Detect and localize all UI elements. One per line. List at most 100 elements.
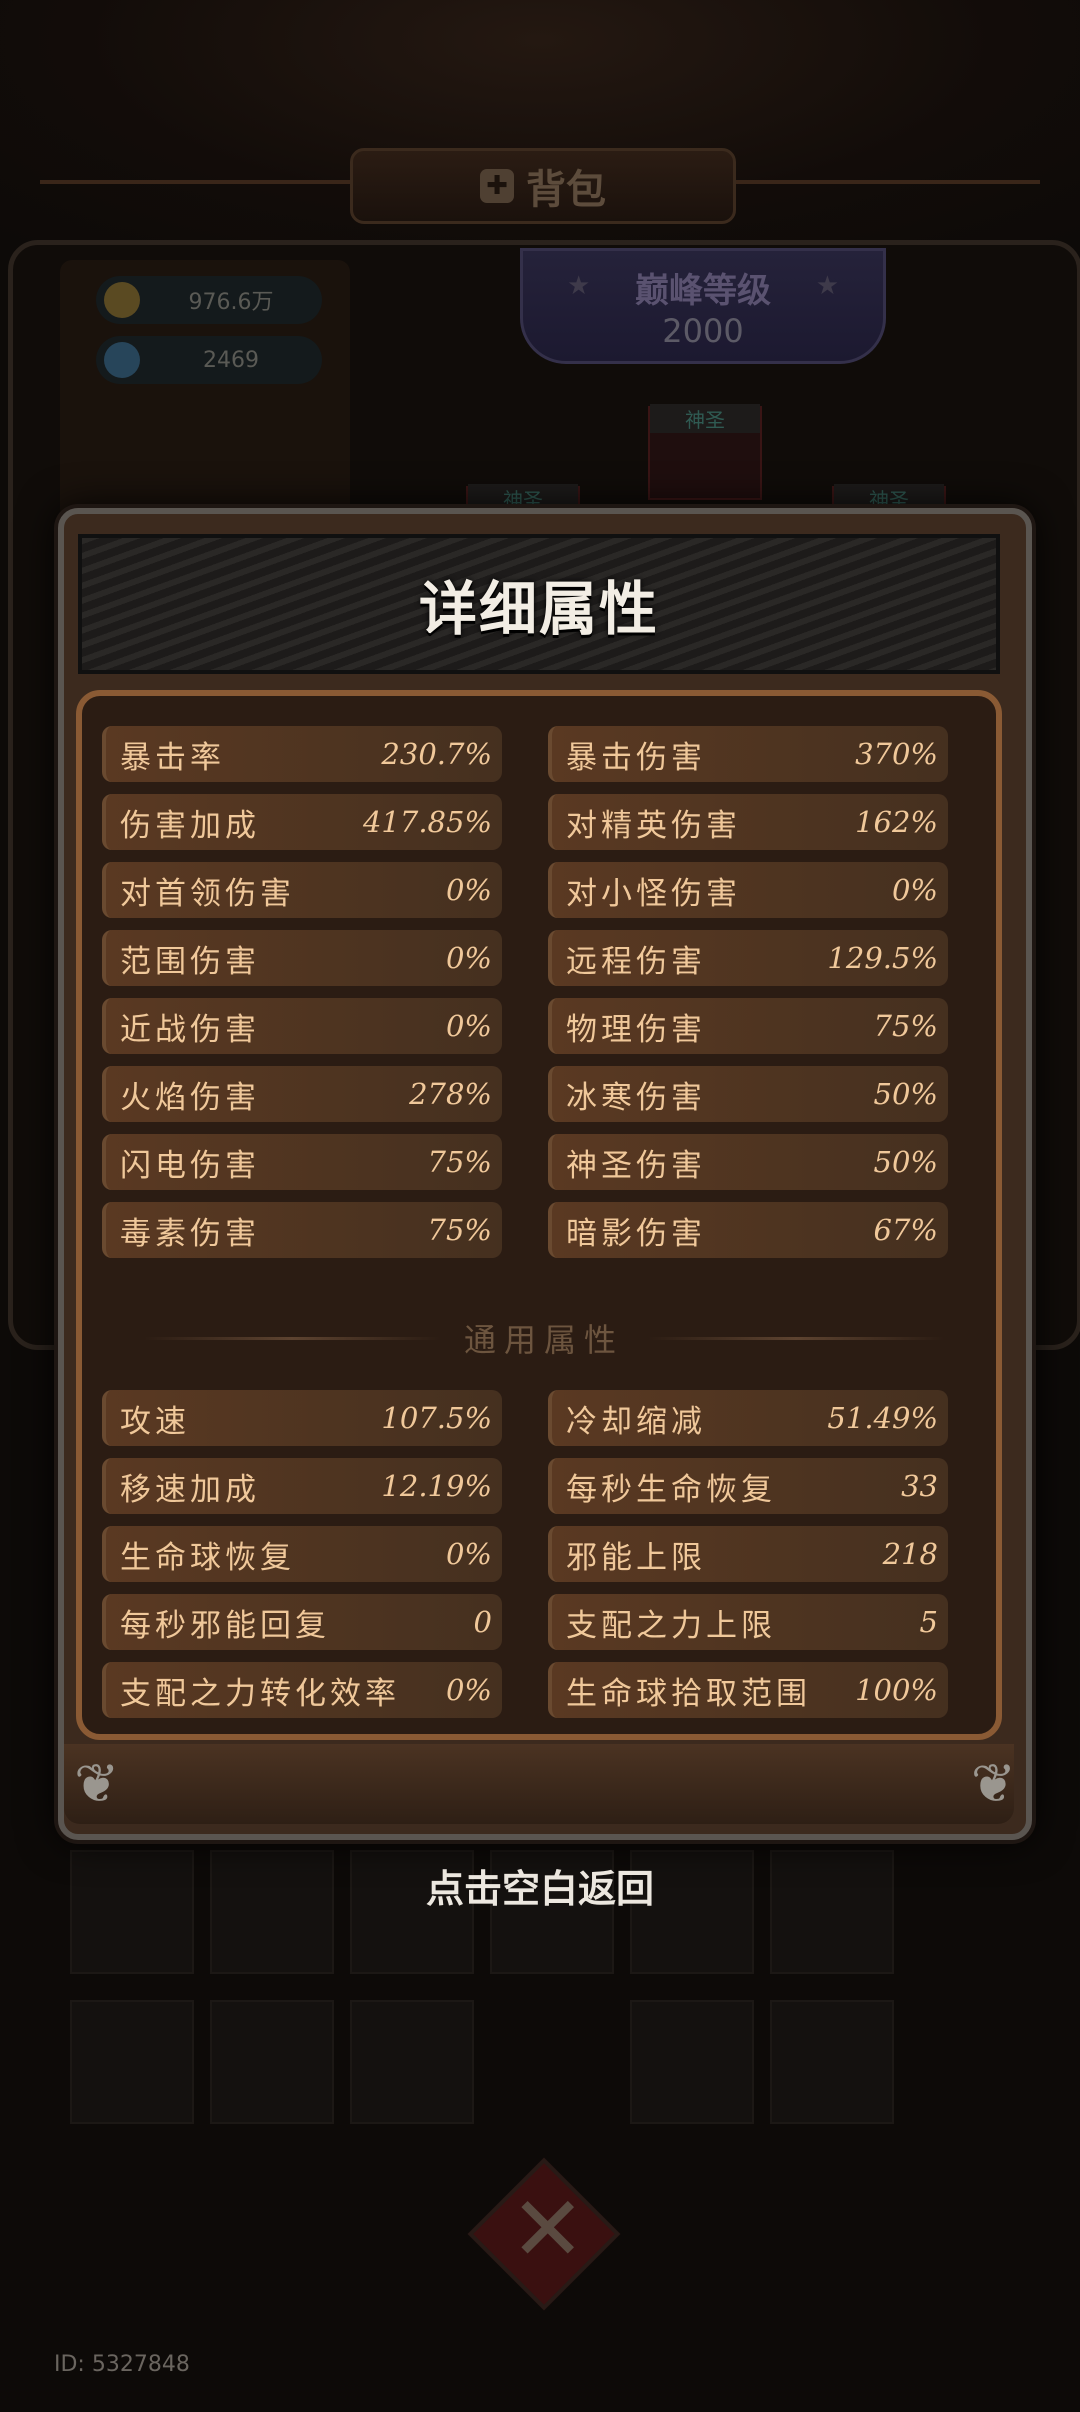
inventory-cell[interactable]	[770, 2000, 894, 2124]
stat-name: 火焰伤害	[120, 1079, 260, 1116]
stat-value: 162%	[855, 805, 938, 839]
stat-row: 远程伤害 129.5%	[548, 930, 948, 986]
bag-icon: ✚	[480, 169, 514, 203]
stat-value: 33	[901, 1469, 938, 1503]
gold-value: 976.6万	[188, 290, 274, 315]
stat-value: 0%	[445, 873, 492, 907]
stat-value: 67%	[873, 1213, 938, 1247]
stat-name: 支配之力转化效率	[120, 1675, 400, 1712]
stat-row: 每秒邪能回复 0	[102, 1594, 502, 1650]
stat-name: 邪能上限	[566, 1539, 706, 1576]
stat-value: 230.7%	[381, 737, 492, 771]
crossed-swords-icon: ✕	[510, 2177, 586, 2282]
divider-line	[648, 1336, 945, 1340]
stat-row: 毒素伤害 75%	[102, 1202, 502, 1258]
stat-row: 支配之力上限 5	[548, 1594, 948, 1650]
stat-name: 移速加成	[120, 1471, 260, 1508]
stat-row: 暴击率 230.7%	[102, 726, 502, 782]
gold-display: 976.6万	[96, 276, 322, 324]
stat-row: 每秒生命恢复 33	[548, 1458, 948, 1514]
gold-coin-icon	[104, 282, 140, 318]
bag-title: 背包	[526, 167, 606, 213]
star-icon: ★	[815, 271, 839, 301]
stat-row: 支配之力转化效率 0%	[102, 1662, 502, 1718]
stat-row: 对首领伤害 0%	[102, 862, 502, 918]
stat-value: 51.49%	[827, 1401, 938, 1435]
stat-value: 278%	[409, 1077, 492, 1111]
stat-name: 对精英伤害	[566, 807, 741, 844]
stat-name: 对小怪伤害	[566, 875, 741, 912]
stat-name: 冰寒伤害	[566, 1079, 706, 1116]
stat-value: 50%	[873, 1077, 938, 1111]
attributes-modal: 详细属性 暴击率 230.7% 暴击伤害 370% 伤害加成 417.85% 对精英伤…	[58, 508, 1032, 1840]
peak-level-value: 2000	[662, 312, 744, 350]
general-stats-grid: 攻速 107.5% 冷却缩减 51.49% 移速加成 12.19% 每秒生命恢复 33 …	[102, 1390, 948, 1718]
banner-line-left	[40, 180, 360, 184]
inventory-cell[interactable]	[350, 2000, 474, 2124]
stat-value: 129.5%	[827, 941, 938, 975]
stat-name: 支配之力上限	[566, 1607, 776, 1644]
stat-value: 0	[473, 1605, 492, 1639]
stat-value: 100%	[855, 1673, 938, 1707]
corner-ornament-icon: ❦	[74, 1752, 120, 1815]
stat-value: 417.85%	[362, 805, 492, 839]
stat-value: 50%	[873, 1145, 938, 1179]
stat-name: 每秒生命恢复	[566, 1471, 776, 1508]
stat-row: 对小怪伤害 0%	[548, 862, 948, 918]
stat-name: 生命球拾取范围	[566, 1675, 811, 1712]
star-icon: ★	[567, 271, 591, 301]
tap-to-return-hint[interactable]: 点击空白返回	[0, 1858, 1080, 1913]
stat-row: 攻速 107.5%	[102, 1390, 502, 1446]
gem-display: 2469	[96, 336, 322, 384]
stat-row: 生命球恢复 0%	[102, 1526, 502, 1582]
stat-name: 神圣伤害	[566, 1147, 706, 1184]
stat-row: 邪能上限 218	[548, 1526, 948, 1582]
peak-level-badge: ★ ★ 巅峰等级 2000	[520, 248, 886, 364]
stat-value: 0%	[445, 1673, 492, 1707]
inventory-cell[interactable]	[630, 2000, 754, 2124]
modal-footer	[64, 1744, 1014, 1824]
equipment-slot[interactable]: 神圣	[648, 404, 762, 500]
stat-name: 闪电伤害	[120, 1147, 260, 1184]
stat-name: 范围伤害	[120, 943, 260, 980]
stat-value: 0%	[445, 1009, 492, 1043]
stat-name: 对首领伤害	[120, 875, 295, 912]
modal-header: 详细属性	[78, 534, 1000, 674]
stat-value: 0%	[891, 873, 938, 907]
stat-name: 远程伤害	[566, 943, 706, 980]
stat-value: 0%	[445, 941, 492, 975]
stat-value: 75%	[427, 1145, 492, 1179]
section-title: 通用属性	[464, 1321, 625, 1359]
stat-value: 75%	[427, 1213, 492, 1247]
stat-name: 冷却缩减	[566, 1403, 706, 1440]
stat-value: 5	[919, 1605, 938, 1639]
stat-row: 暗影伤害 67%	[548, 1202, 948, 1258]
corner-ornament-icon: ❦	[970, 1752, 1016, 1815]
stat-row: 范围伤害 0%	[102, 930, 502, 986]
stat-name: 暗影伤害	[566, 1215, 706, 1252]
stat-row: 对精英伤害 162%	[548, 794, 948, 850]
stat-row: 神圣伤害 50%	[548, 1134, 948, 1190]
stat-row: 冰寒伤害 50%	[548, 1066, 948, 1122]
stat-row: 生命球拾取范围 100%	[548, 1662, 948, 1718]
general-section-divider: 通用属性	[144, 1310, 945, 1366]
user-id: ID: 5327848	[54, 2352, 190, 2377]
stat-value: 0%	[445, 1537, 492, 1571]
stat-name: 生命球恢复	[120, 1539, 295, 1576]
modal-title: 详细属性	[418, 575, 659, 643]
stat-name: 近战伤害	[120, 1011, 260, 1048]
stat-row: 物理伤害 75%	[548, 998, 948, 1054]
stat-row: 闪电伤害 75%	[102, 1134, 502, 1190]
stat-value: 75%	[873, 1009, 938, 1043]
inventory-cell[interactable]	[70, 2000, 194, 2124]
stat-value: 218	[882, 1537, 938, 1571]
stat-row: 冷却缩减 51.49%	[548, 1390, 948, 1446]
combat-stats-grid: 暴击率 230.7% 暴击伤害 370% 伤害加成 417.85% 对精英伤害 162%…	[102, 726, 948, 1258]
inventory-cell[interactable]	[210, 2000, 334, 2124]
stat-name: 每秒邪能回复	[120, 1607, 330, 1644]
divider-line	[144, 1336, 440, 1340]
stat-row: 暴击伤害 370%	[548, 726, 948, 782]
gem-value: 2469	[203, 347, 259, 373]
stat-name: 暴击率	[120, 739, 225, 776]
stat-name: 毒素伤害	[120, 1215, 260, 1252]
